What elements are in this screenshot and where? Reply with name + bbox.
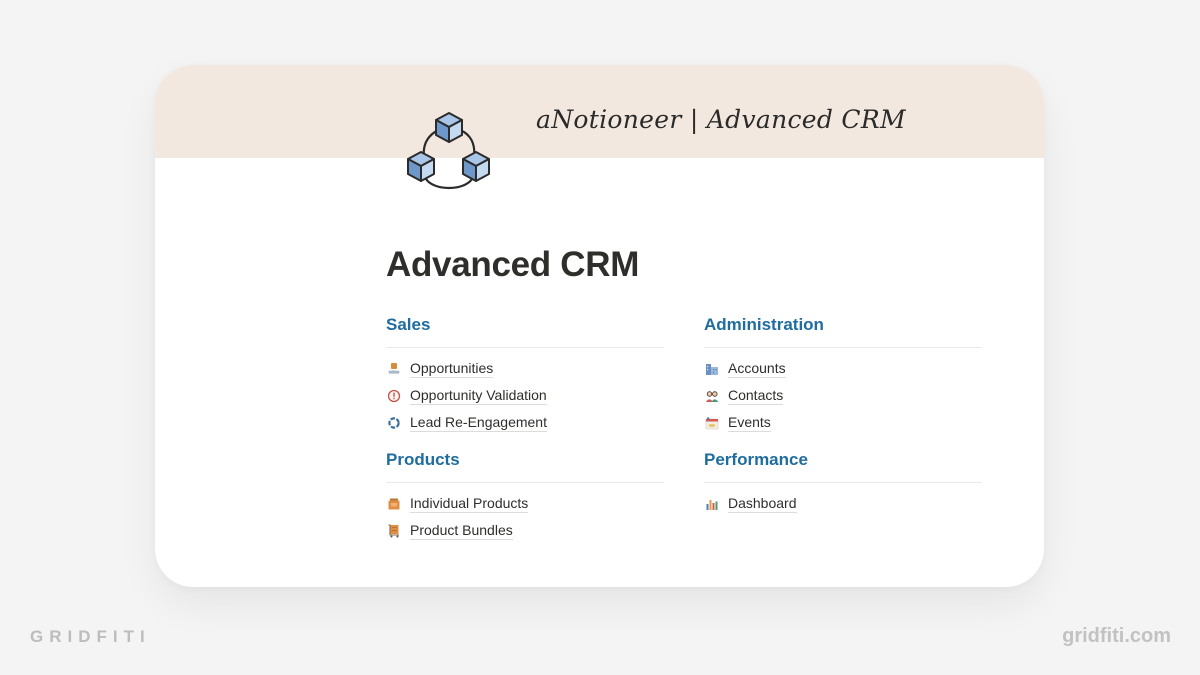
- link-events[interactable]: Events: [704, 409, 982, 436]
- link-label: Events: [728, 413, 771, 432]
- link-lead-re-engagement[interactable]: Lead Re-Engagement: [386, 409, 664, 436]
- section-sales: Sales Opportunities Opportunity Validati…: [386, 313, 664, 436]
- link-label: Opportunities: [410, 359, 494, 378]
- link-label: Lead Re-Engagement: [410, 413, 547, 432]
- link-dashboard[interactable]: Dashboard: [704, 490, 982, 517]
- link-opportunities[interactable]: Opportunities: [386, 355, 664, 382]
- section-performance: Performance Dashboard: [704, 448, 982, 517]
- section-heading: Products: [386, 450, 460, 469]
- section-heading: Sales: [386, 315, 431, 334]
- people-icon: [704, 388, 720, 404]
- section-heading: Administration: [704, 315, 824, 334]
- link-accounts[interactable]: Accounts: [704, 355, 982, 382]
- divider: [704, 482, 982, 483]
- calendar-icon: [704, 415, 720, 431]
- link-label: Contacts: [728, 386, 784, 405]
- notion-page-card: aNotioneer | Advanced CRM Advanced CRM S…: [155, 65, 1044, 587]
- footer-url: gridfiti.com: [1062, 625, 1171, 647]
- link-label: Accounts: [728, 359, 786, 378]
- link-label: Individual Products: [410, 494, 529, 513]
- bar-chart-icon: [704, 496, 720, 512]
- divider: [386, 347, 664, 348]
- link-individual-products[interactable]: Individual Products: [386, 490, 664, 517]
- divider: [386, 482, 664, 483]
- link-label: Product Bundles: [410, 521, 513, 540]
- section-heading: Performance: [704, 450, 808, 469]
- package-icon: [386, 496, 402, 512]
- buildings-icon: [704, 361, 720, 377]
- alert-circle-icon: [386, 388, 402, 404]
- divider: [704, 347, 982, 348]
- link-label: Opportunity Validation: [410, 386, 547, 405]
- link-label: Dashboard: [728, 494, 797, 513]
- link-opportunity-validation[interactable]: Opportunity Validation: [386, 382, 664, 409]
- handshake-icon: [386, 361, 402, 377]
- link-contacts[interactable]: Contacts: [704, 382, 982, 409]
- connected-cubes-icon: [407, 112, 490, 190]
- banner-title: aNotioneer | Advanced CRM: [536, 105, 906, 134]
- section-products: Products Individual Products Product Bun…: [386, 448, 664, 544]
- cycle-icon: [386, 415, 402, 431]
- section-administration: Administration Accounts Contacts Events: [704, 313, 982, 436]
- link-product-bundles[interactable]: Product Bundles: [386, 517, 664, 544]
- footer-brand-logo: GRIDFITI: [30, 627, 151, 646]
- page-title: Advanced CRM: [386, 245, 640, 284]
- cart-icon: [386, 523, 402, 539]
